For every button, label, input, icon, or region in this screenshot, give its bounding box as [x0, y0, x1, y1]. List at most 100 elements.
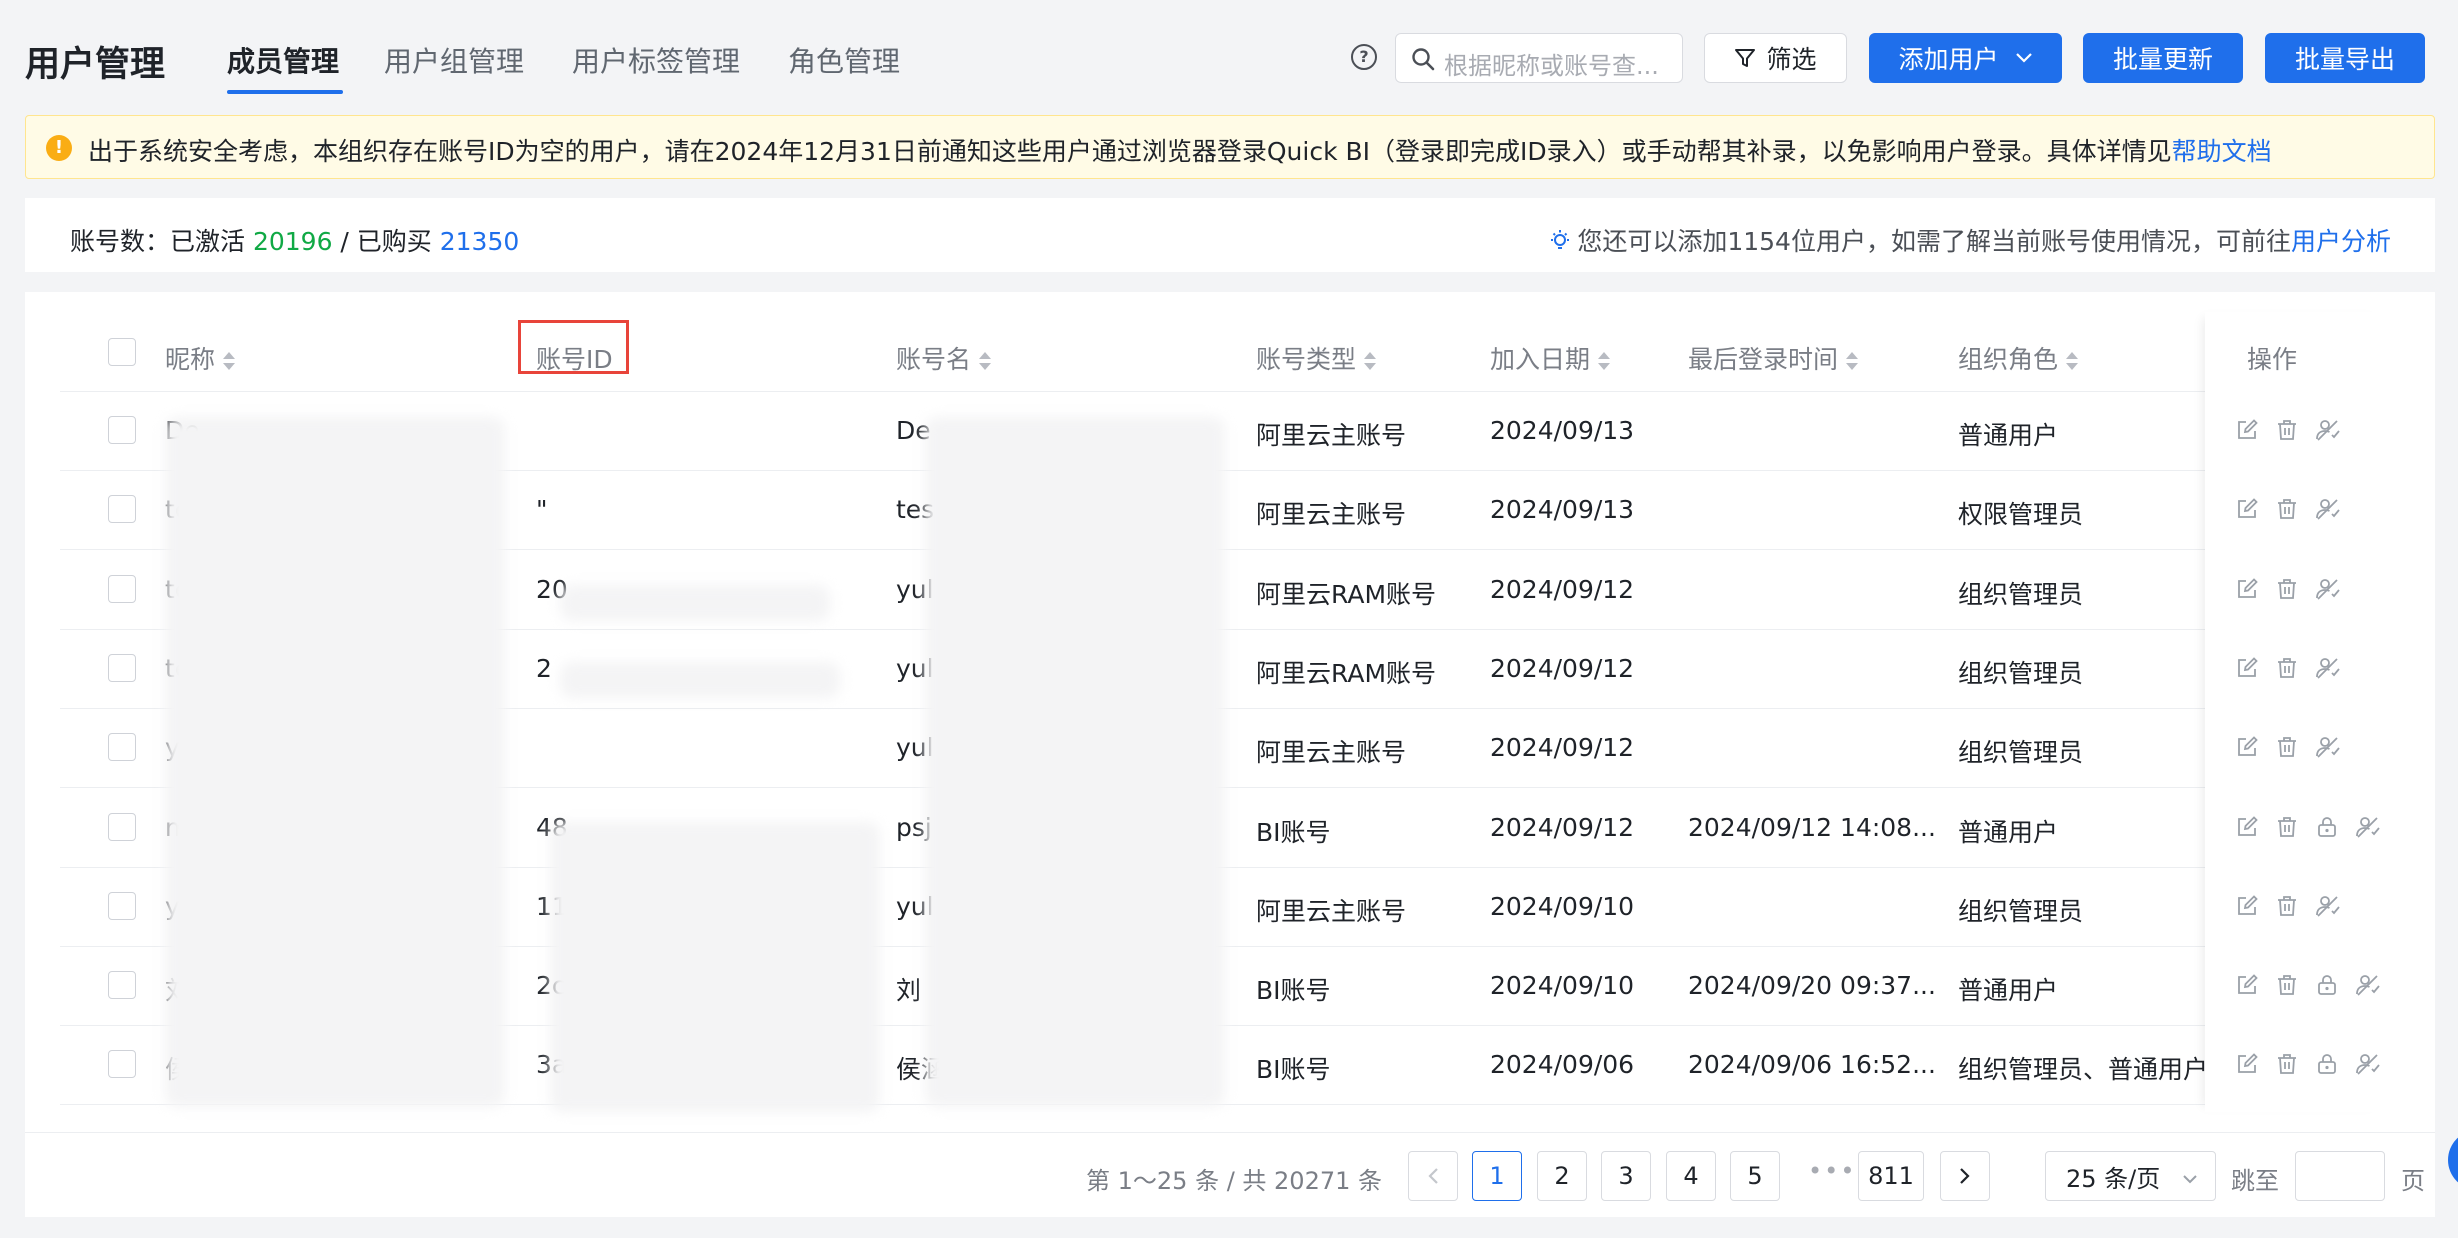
edit-icon[interactable]	[2235, 497, 2259, 521]
account-summary: 账号数：已激活 20196 / 已购买 21350 您还可以添加1154位用户，…	[25, 198, 2435, 272]
column-label: 账号名	[896, 345, 972, 374]
delete-icon[interactable]	[2275, 973, 2299, 997]
operations-column: 操作	[2205, 312, 2385, 1112]
prev-page-button[interactable]	[1408, 1151, 1458, 1201]
delete-icon[interactable]	[2275, 497, 2299, 521]
user-table: 昵称 账号ID 账号名 账号类型 加入日期 最后登录时间 组织角色 DeDe阿里…	[25, 292, 2435, 1132]
tab-user-groups[interactable]: 用户组管理	[384, 40, 524, 80]
batch-update-button[interactable]: 批量更新	[2083, 33, 2243, 83]
page-button-3[interactable]: 3	[1601, 1151, 1651, 1201]
sort-icon[interactable]	[1364, 351, 1377, 371]
row-checkbox[interactable]	[108, 574, 136, 603]
sort-icon[interactable]	[223, 351, 236, 371]
row-checkbox[interactable]	[108, 971, 136, 1000]
row-checkbox[interactable]	[108, 495, 136, 524]
help-doc-link[interactable]: 帮助文档	[2172, 137, 2272, 166]
lock-icon[interactable]	[2315, 973, 2339, 997]
cell-join-date: 2024/09/06	[1490, 1050, 1635, 1080]
page-button-5[interactable]: 5	[1730, 1151, 1780, 1201]
disable-user-icon[interactable]	[2315, 497, 2340, 521]
next-page-button[interactable]	[1940, 1151, 1990, 1201]
delete-icon[interactable]	[2275, 815, 2299, 839]
sort-icon[interactable]	[1598, 351, 1611, 371]
sort-icon[interactable]	[979, 351, 992, 371]
disable-user-icon[interactable]	[2355, 1052, 2380, 1076]
column-header-account-name[interactable]: 账号名	[896, 340, 992, 376]
disable-user-icon[interactable]	[2315, 894, 2340, 918]
cell-join-date: 2024/09/12	[1490, 574, 1635, 604]
row-checkbox[interactable]	[108, 1050, 136, 1079]
page-button-2[interactable]: 2	[1537, 1151, 1587, 1201]
lock-icon[interactable]	[2315, 1052, 2339, 1076]
page-button-last[interactable]: 811	[1858, 1151, 1924, 1201]
filter-button[interactable]: 筛选	[1704, 33, 1847, 83]
jump-page-input[interactable]	[2295, 1151, 2385, 1201]
edit-icon[interactable]	[2235, 1052, 2259, 1076]
page-size-select[interactable]: 25 条/页	[2045, 1151, 2216, 1201]
cell-join-date: 2024/09/12	[1490, 812, 1635, 842]
disable-user-icon[interactable]	[2315, 418, 2340, 442]
tab-user-tags[interactable]: 用户标签管理	[572, 40, 740, 80]
row-checkbox[interactable]	[108, 733, 136, 762]
row-checkbox[interactable]	[108, 891, 136, 920]
disable-user-icon[interactable]	[2315, 577, 2340, 601]
delete-icon[interactable]	[2275, 656, 2299, 680]
column-header-org-role[interactable]: 组织角色	[1958, 340, 2079, 376]
edit-icon[interactable]	[2235, 973, 2259, 997]
disable-user-icon[interactable]	[2315, 656, 2340, 680]
delete-icon[interactable]	[2275, 894, 2299, 918]
chevron-down-icon	[2181, 1166, 2199, 1194]
help-icon[interactable]: ?	[1351, 44, 1377, 70]
select-all-checkbox[interactable]	[108, 338, 136, 366]
cell-account-type: 阿里云主账号	[1256, 896, 1407, 926]
sort-icon[interactable]	[1846, 351, 1859, 371]
cell-last-login: 2024/09/20 09:37...	[1688, 971, 1936, 1001]
edit-icon[interactable]	[2235, 894, 2259, 918]
batch-export-button[interactable]: 批量导出	[2265, 33, 2425, 83]
page-header: 用户管理 成员管理 用户组管理 用户标签管理 角色管理 ? 根据昵称或账号查..…	[0, 0, 2458, 120]
search-input[interactable]: 根据昵称或账号查...	[1395, 33, 1683, 83]
lock-icon[interactable]	[2315, 815, 2339, 839]
disable-user-icon[interactable]	[2355, 815, 2380, 839]
column-header-last-login[interactable]: 最后登录时间	[1688, 340, 1859, 376]
pagination-bar: 第 1～25 条 / 共 20271 条 1 2 3 4 5 ••• 811 2…	[25, 1132, 2435, 1217]
column-header-account-type[interactable]: 账号类型	[1256, 340, 1377, 376]
user-analysis-link[interactable]: 用户分析	[2291, 227, 2391, 256]
edit-icon[interactable]	[2235, 577, 2259, 601]
floating-assistant-button[interactable]	[2448, 1130, 2458, 1190]
cell-account-type: BI账号	[1256, 976, 1331, 1006]
sort-icon[interactable]	[2066, 351, 2079, 371]
cell-account-name: 刘	[896, 976, 922, 1006]
redaction-blur	[925, 417, 1225, 1107]
disable-user-icon[interactable]	[2355, 973, 2380, 997]
row-checkbox[interactable]	[108, 812, 136, 841]
page-button-1[interactable]: 1	[1472, 1151, 1522, 1201]
column-label: 加入日期	[1490, 345, 1591, 374]
edit-icon[interactable]	[2235, 735, 2259, 759]
search-placeholder: 根据昵称或账号查...	[1444, 52, 1659, 80]
delete-icon[interactable]	[2275, 735, 2299, 759]
page-ellipsis[interactable]: •••	[1808, 1157, 1856, 1185]
edit-icon[interactable]	[2235, 815, 2259, 839]
delete-icon[interactable]	[2275, 577, 2299, 601]
column-header-join-date[interactable]: 加入日期	[1490, 340, 1611, 376]
delete-icon[interactable]	[2275, 1052, 2299, 1076]
disable-user-icon[interactable]	[2315, 735, 2340, 759]
cell-join-date: 2024/09/12	[1490, 733, 1635, 763]
cell-join-date: 2024/09/10	[1490, 891, 1635, 921]
add-user-button[interactable]: 添加用户	[1869, 33, 2062, 83]
cell-account-id: 2	[536, 653, 552, 683]
tab-roles[interactable]: 角色管理	[788, 40, 900, 80]
delete-icon[interactable]	[2275, 418, 2299, 442]
column-label: 组织角色	[1958, 345, 2059, 374]
column-label: 账号类型	[1256, 345, 1357, 374]
edit-icon[interactable]	[2235, 418, 2259, 442]
page-button-4[interactable]: 4	[1666, 1151, 1716, 1201]
tab-members[interactable]: 成员管理	[227, 40, 339, 80]
cell-join-date: 2024/09/13	[1490, 495, 1635, 525]
edit-icon[interactable]	[2235, 656, 2259, 680]
row-checkbox[interactable]	[108, 653, 136, 682]
row-checkbox[interactable]	[108, 416, 136, 444]
column-header-nickname[interactable]: 昵称	[165, 340, 236, 376]
cell-org-role: 组织管理员	[1958, 579, 2084, 609]
